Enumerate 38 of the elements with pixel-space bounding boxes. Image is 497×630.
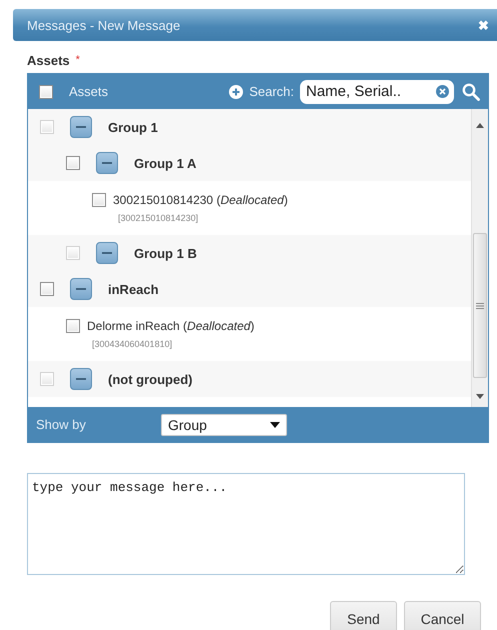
window-title: Messages - New Message	[27, 18, 180, 32]
close-button[interactable]: ✖	[478, 18, 489, 32]
asset-label: 300215010814230 (Deallocated)	[113, 193, 288, 207]
asset-label: Delorme inReach (Deallocated)	[87, 319, 254, 333]
grip-icon	[476, 302, 484, 308]
minus-icon	[102, 162, 112, 164]
checkbox[interactable]	[40, 282, 54, 296]
message-field[interactable]: type your message here...	[27, 473, 465, 575]
group-label: inReach	[108, 282, 159, 296]
minus-icon	[102, 252, 112, 254]
dialog-button[interactable]: Cancel	[404, 601, 481, 630]
caret-icon	[270, 422, 280, 428]
field-label: Assets	[27, 52, 70, 68]
group-label: Group 1 A	[134, 156, 196, 170]
checkbox[interactable]	[66, 319, 80, 333]
collapse-toggle[interactable]	[70, 278, 92, 300]
show-by-label: Show by	[36, 417, 87, 432]
select-all-checkbox[interactable]	[39, 84, 53, 98]
dialog-button[interactable]: Send	[330, 601, 397, 630]
search-field[interactable]: Name, Serial..	[300, 80, 454, 104]
minus-icon	[76, 288, 86, 290]
group-label: Group 1 B	[134, 246, 197, 260]
serial-number: [300215010814230]	[118, 213, 200, 223]
scroll-up-icon[interactable]	[476, 123, 484, 128]
minus-icon	[76, 378, 86, 380]
scroll-down-icon[interactable]	[476, 394, 484, 399]
search-label: Search:	[249, 84, 294, 99]
show-by-dropdown[interactable]: Group	[161, 414, 287, 436]
header-label: Assets	[69, 84, 108, 99]
group-label: Group 1	[108, 120, 158, 134]
search-icon[interactable]	[462, 82, 480, 100]
required-mark: *	[76, 54, 80, 66]
clear-icon[interactable]	[436, 84, 449, 98]
scrollbar[interactable]	[471, 109, 488, 407]
group-label: (not grouped)	[108, 372, 192, 386]
minus-icon	[76, 126, 86, 128]
add-icon[interactable]	[229, 84, 244, 98]
serial-number: [300434060401810]	[92, 339, 174, 349]
